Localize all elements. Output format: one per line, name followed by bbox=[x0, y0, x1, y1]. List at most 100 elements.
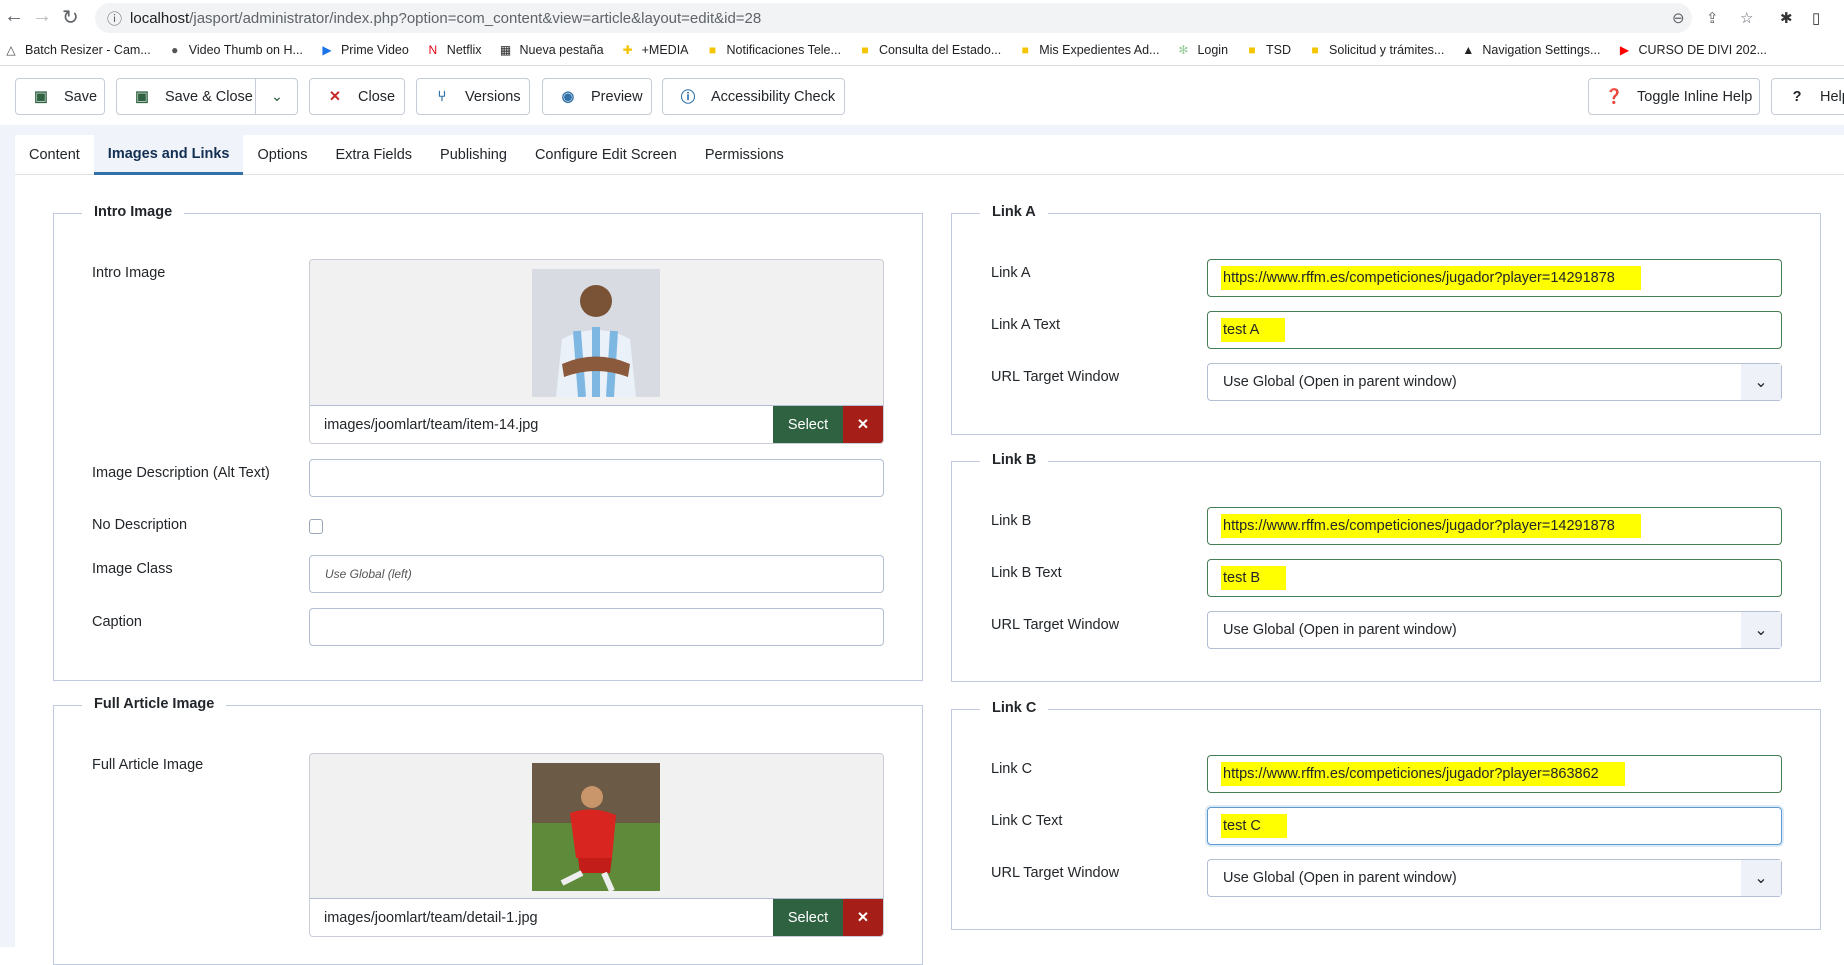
clear-intro-image-button[interactable]: ✕ bbox=[843, 406, 883, 443]
save-button[interactable]: ▣ Save bbox=[15, 78, 105, 115]
tab-extra-fields[interactable]: Extra Fields bbox=[321, 135, 426, 175]
full-image-field: images/joomlart/team/detail-1.jpg Select… bbox=[309, 753, 884, 937]
link-b-text-label: Link B Text bbox=[991, 565, 1062, 581]
crest-icon: ■ bbox=[1248, 43, 1256, 57]
clear-full-image-button[interactable]: ✕ bbox=[843, 899, 883, 936]
link-a-input[interactable]: https://www.rffm.es/competiciones/jugado… bbox=[1207, 259, 1782, 297]
link-c-label: Link C bbox=[991, 761, 1033, 777]
chevron-down-icon[interactable]: ⌄ bbox=[255, 79, 298, 114]
link-b-text-input[interactable]: test B bbox=[1207, 559, 1782, 597]
image-class-input[interactable]: Use Global (left) bbox=[309, 555, 884, 593]
toggle-inline-help-button[interactable]: ❓ Toggle Inline Help bbox=[1588, 78, 1760, 115]
intro-image-label: Intro Image bbox=[92, 265, 166, 281]
link-b-label: Link B bbox=[991, 513, 1032, 529]
bookmark[interactable]: ■ Mis Expedientes Ad... bbox=[1018, 43, 1160, 57]
question-circle-icon: ❓ bbox=[1605, 89, 1624, 105]
globe-icon: ● bbox=[171, 43, 179, 57]
bookmark[interactable]: ■ TSD bbox=[1245, 43, 1291, 57]
tab-permissions[interactable]: Permissions bbox=[691, 135, 798, 175]
bookmark[interactable]: ▶ Prime Video bbox=[320, 43, 408, 57]
link-b-target-select[interactable]: Use Global (Open in parent window) ⌄ bbox=[1207, 611, 1782, 649]
link-b-input[interactable]: https://www.rffm.es/competiciones/jugado… bbox=[1207, 507, 1782, 545]
share-icon[interactable]: ⇪ bbox=[1706, 9, 1719, 27]
fieldset-legend: Intro Image bbox=[82, 204, 185, 220]
alt-text-label: Image Description (Alt Text) bbox=[92, 465, 270, 481]
bookmark[interactable]: N Netflix bbox=[426, 43, 481, 57]
bookmark[interactable]: ▲ Navigation Settings... bbox=[1461, 43, 1600, 57]
tab-content[interactable]: Content bbox=[15, 135, 94, 175]
tab-configure-edit-screen[interactable]: Configure Edit Screen bbox=[521, 135, 691, 175]
full-image-path-input[interactable]: images/joomlart/team/detail-1.jpg Select… bbox=[310, 898, 883, 936]
alt-text-input[interactable] bbox=[309, 459, 884, 497]
save-close-button[interactable]: ▣ Save & Close ⌄ bbox=[116, 78, 298, 115]
link-a-target-select[interactable]: Use Global (Open in parent window) ⌄ bbox=[1207, 363, 1782, 401]
sidepanel-icon[interactable]: ▯ bbox=[1812, 9, 1820, 27]
full-image-preview bbox=[532, 763, 660, 891]
tab-images-and-links[interactable]: Images and Links bbox=[93, 135, 244, 175]
close-button[interactable]: ✕ Close bbox=[309, 78, 405, 115]
url-target-label: URL Target Window bbox=[991, 865, 1120, 881]
chevron-down-icon: ⌄ bbox=[1741, 364, 1781, 400]
star-icon[interactable]: ☆ bbox=[1740, 9, 1753, 27]
bookmark[interactable]: ■ Consulta del Estado... bbox=[858, 43, 1001, 57]
forward-icon[interactable]: → bbox=[32, 5, 52, 28]
fieldset-legend: Link B bbox=[980, 452, 1049, 468]
fieldset-legend: Link A bbox=[980, 204, 1048, 220]
url-target-label: URL Target Window bbox=[991, 369, 1120, 385]
reload-icon[interactable]: ↻ bbox=[62, 5, 79, 30]
tab-bar: Content Images and Links Options Extra Fiel… bbox=[15, 135, 1844, 175]
extensions-icon[interactable]: ✱ bbox=[1780, 9, 1793, 27]
qr-icon: ▦ bbox=[499, 43, 512, 57]
bookmark[interactable]: ✚ +MEDIA bbox=[621, 43, 689, 57]
bookmark[interactable]: ■ Solicitud y trámites... bbox=[1308, 43, 1444, 57]
spinner-icon: ✻ bbox=[1178, 43, 1189, 57]
eye-icon: ◉ bbox=[561, 88, 575, 105]
address-bar[interactable]: ⓘ localhost/jasport/administrator/index.… bbox=[95, 3, 1692, 33]
youtube-icon: ▶ bbox=[1619, 43, 1630, 57]
intro-image-preview bbox=[532, 269, 660, 397]
bookmark[interactable]: ● Video Thumb on H... bbox=[168, 43, 303, 57]
zoom-icon[interactable]: ⊖ bbox=[1672, 9, 1685, 27]
crest-icon: ■ bbox=[1311, 43, 1319, 57]
chevron-down-icon: ⌄ bbox=[1741, 860, 1781, 896]
link-c-target-select[interactable]: Use Global (Open in parent window) ⌄ bbox=[1207, 859, 1782, 897]
no-description-checkbox[interactable] bbox=[309, 519, 323, 534]
bookmark[interactable]: ✻ Login bbox=[1176, 43, 1228, 57]
bookmark[interactable]: ▦ Nueva pestaña bbox=[499, 43, 604, 57]
bookmark[interactable]: ■ Notificaciones Tele... bbox=[706, 43, 841, 57]
branch-icon: ⑂ bbox=[437, 88, 447, 105]
select-full-image-button[interactable]: Select bbox=[773, 899, 843, 936]
plus-icon: ✚ bbox=[622, 43, 633, 57]
back-icon[interactable]: ← bbox=[4, 5, 24, 28]
crest-icon: ■ bbox=[1021, 43, 1029, 57]
select-intro-image-button[interactable]: Select bbox=[773, 406, 843, 443]
fieldset-legend: Link C bbox=[980, 700, 1049, 716]
link-a-label: Link A bbox=[991, 265, 1031, 281]
question-icon: ? bbox=[1792, 88, 1802, 105]
caption-input[interactable] bbox=[309, 608, 884, 646]
url-target-label: URL Target Window bbox=[991, 617, 1120, 633]
intro-image-path-input[interactable]: images/joomlart/team/item-14.jpg Select … bbox=[310, 405, 883, 443]
link-c-text-input[interactable]: test C bbox=[1207, 807, 1782, 845]
save-icon: ▣ bbox=[34, 88, 48, 105]
tab-publishing[interactable]: Publishing bbox=[426, 135, 521, 175]
preview-button[interactable]: ◉ Preview bbox=[542, 78, 652, 115]
save-icon: ▣ bbox=[135, 88, 149, 105]
accessibility-check-button[interactable]: ⓘ Accessibility Check bbox=[662, 78, 845, 115]
bookmark[interactable]: △ Batch Resizer - Cam... bbox=[4, 43, 150, 57]
crest-icon: ■ bbox=[861, 43, 869, 57]
close-icon: ✕ bbox=[856, 416, 870, 433]
link-c-input[interactable]: https://www.rffm.es/competiciones/jugado… bbox=[1207, 755, 1782, 793]
link-c-text-label: Link C Text bbox=[991, 813, 1063, 829]
link-a-text-label: Link A Text bbox=[991, 317, 1061, 333]
caption-label: Caption bbox=[92, 614, 142, 630]
bookmark[interactable]: ▶ CURSO DE DIVI 202... bbox=[1617, 43, 1767, 57]
versions-button[interactable]: ⑂ Versions bbox=[416, 78, 530, 115]
accessibility-icon: ⓘ bbox=[680, 90, 696, 106]
tab-options[interactable]: Options bbox=[243, 135, 321, 175]
netflix-icon: N bbox=[428, 43, 438, 57]
no-description-label: No Description bbox=[92, 517, 188, 533]
chevron-down-icon: ⌄ bbox=[1741, 612, 1781, 648]
help-button[interactable]: ?Help bbox=[1771, 78, 1844, 115]
link-a-text-input[interactable]: test A bbox=[1207, 311, 1782, 349]
